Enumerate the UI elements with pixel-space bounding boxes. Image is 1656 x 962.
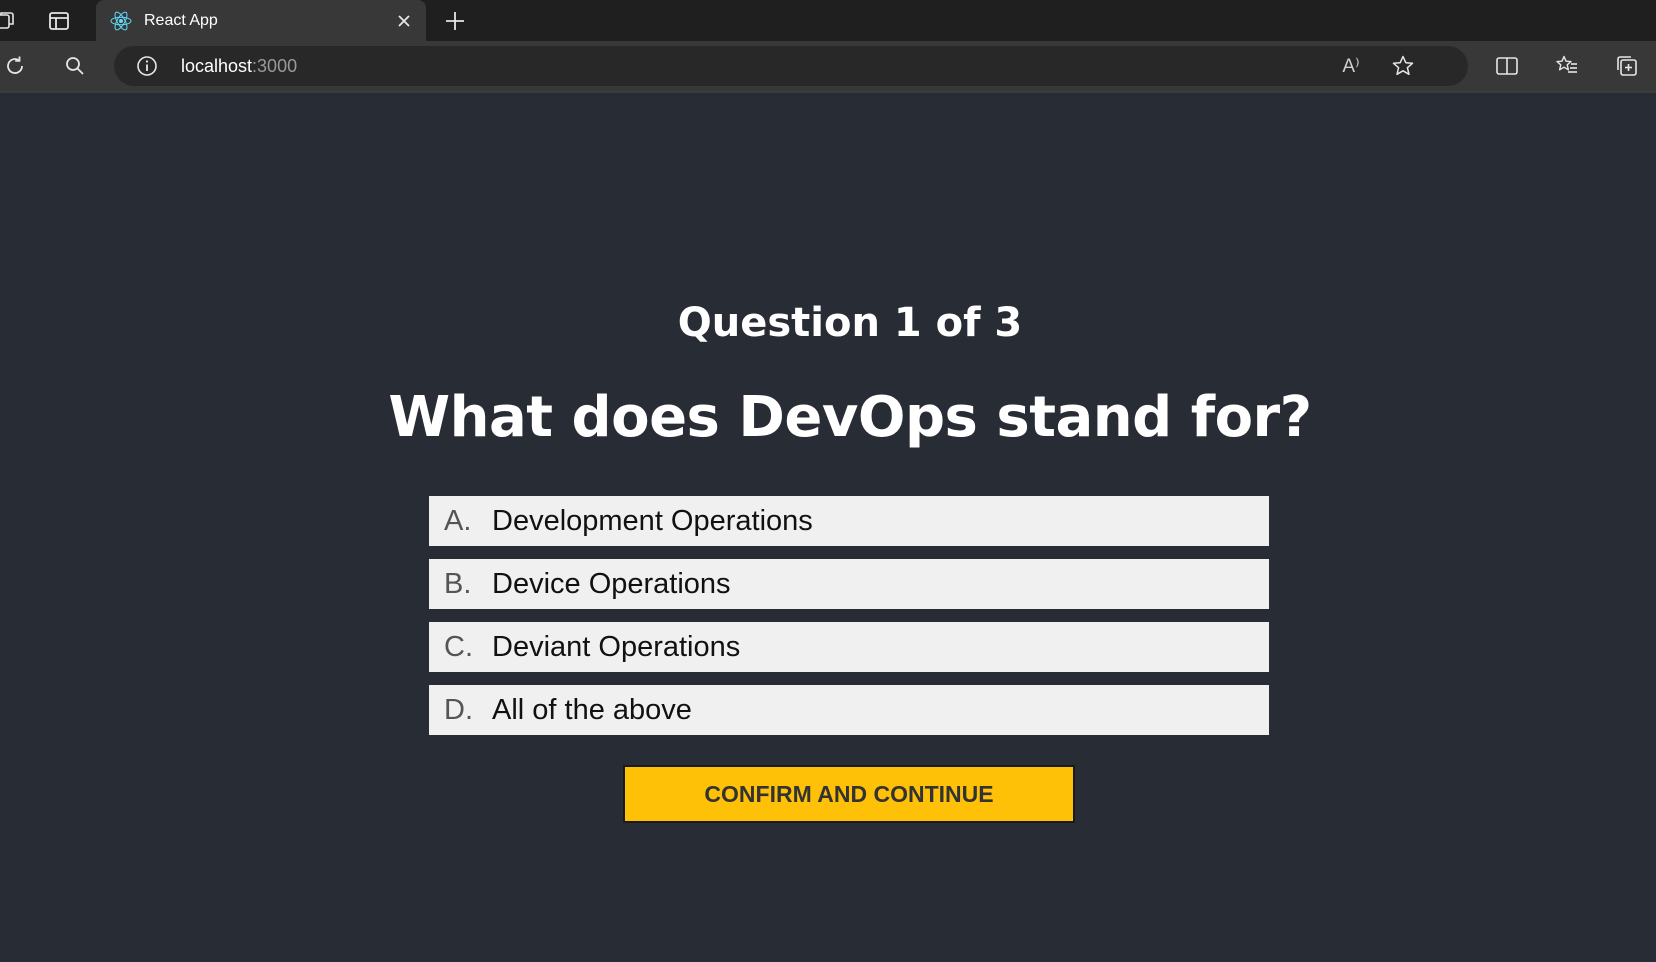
option-label: All of the above: [492, 693, 692, 726]
url-port: :3000: [252, 56, 298, 76]
answer-option-d[interactable]: D. All of the above: [429, 685, 1269, 735]
confirm-and-continue-button[interactable]: CONFIRM AND CONTINUE: [623, 765, 1075, 823]
option-letter: A.: [444, 504, 472, 537]
collections-icon[interactable]: [1612, 51, 1642, 81]
address-bar[interactable]: localhost:3000 A⁾: [114, 46, 1468, 86]
browser-toolbar: localhost:3000 A⁾: [0, 41, 1656, 93]
tab-title: React App: [144, 11, 218, 29]
answer-options: A. Development Operations B. Device Oper…: [429, 496, 1269, 748]
option-letter: D.: [444, 693, 473, 726]
split-screen-icon[interactable]: [1492, 51, 1522, 81]
question-text: What does DevOps stand for?: [388, 385, 1312, 450]
react-logo-icon: [110, 10, 132, 32]
question-counter: Question 1 of 3: [677, 300, 1023, 346]
tab-actions-icon[interactable]: [44, 6, 74, 36]
browser-tab-active[interactable]: React App: [96, 0, 426, 41]
option-label: Device Operations: [492, 567, 731, 600]
option-label: Development Operations: [492, 504, 813, 537]
close-tab-icon[interactable]: [392, 9, 416, 33]
refresh-icon[interactable]: [0, 51, 30, 81]
workspaces-icon[interactable]: [0, 6, 20, 36]
option-letter: B.: [444, 567, 472, 600]
answer-option-c[interactable]: C. Deviant Operations: [429, 622, 1269, 672]
answer-option-a[interactable]: A. Development Operations: [429, 496, 1269, 546]
url-text[interactable]: localhost:3000: [181, 55, 297, 77]
option-label: Deviant Operations: [492, 630, 741, 663]
search-icon[interactable]: [60, 51, 90, 81]
new-tab-icon[interactable]: [440, 6, 470, 36]
favorites-icon[interactable]: [1552, 51, 1582, 81]
answer-option-b[interactable]: B. Device Operations: [429, 559, 1269, 609]
option-letter: C.: [444, 630, 473, 663]
read-aloud-icon[interactable]: A⁾: [1338, 53, 1364, 79]
quiz-page: Question 1 of 3 What does DevOps stand f…: [0, 93, 1656, 962]
browser-tab-bar: React App: [0, 0, 1656, 41]
site-info-icon[interactable]: [136, 55, 158, 77]
favorite-star-icon[interactable]: [1390, 53, 1416, 79]
url-host: localhost: [181, 56, 253, 76]
